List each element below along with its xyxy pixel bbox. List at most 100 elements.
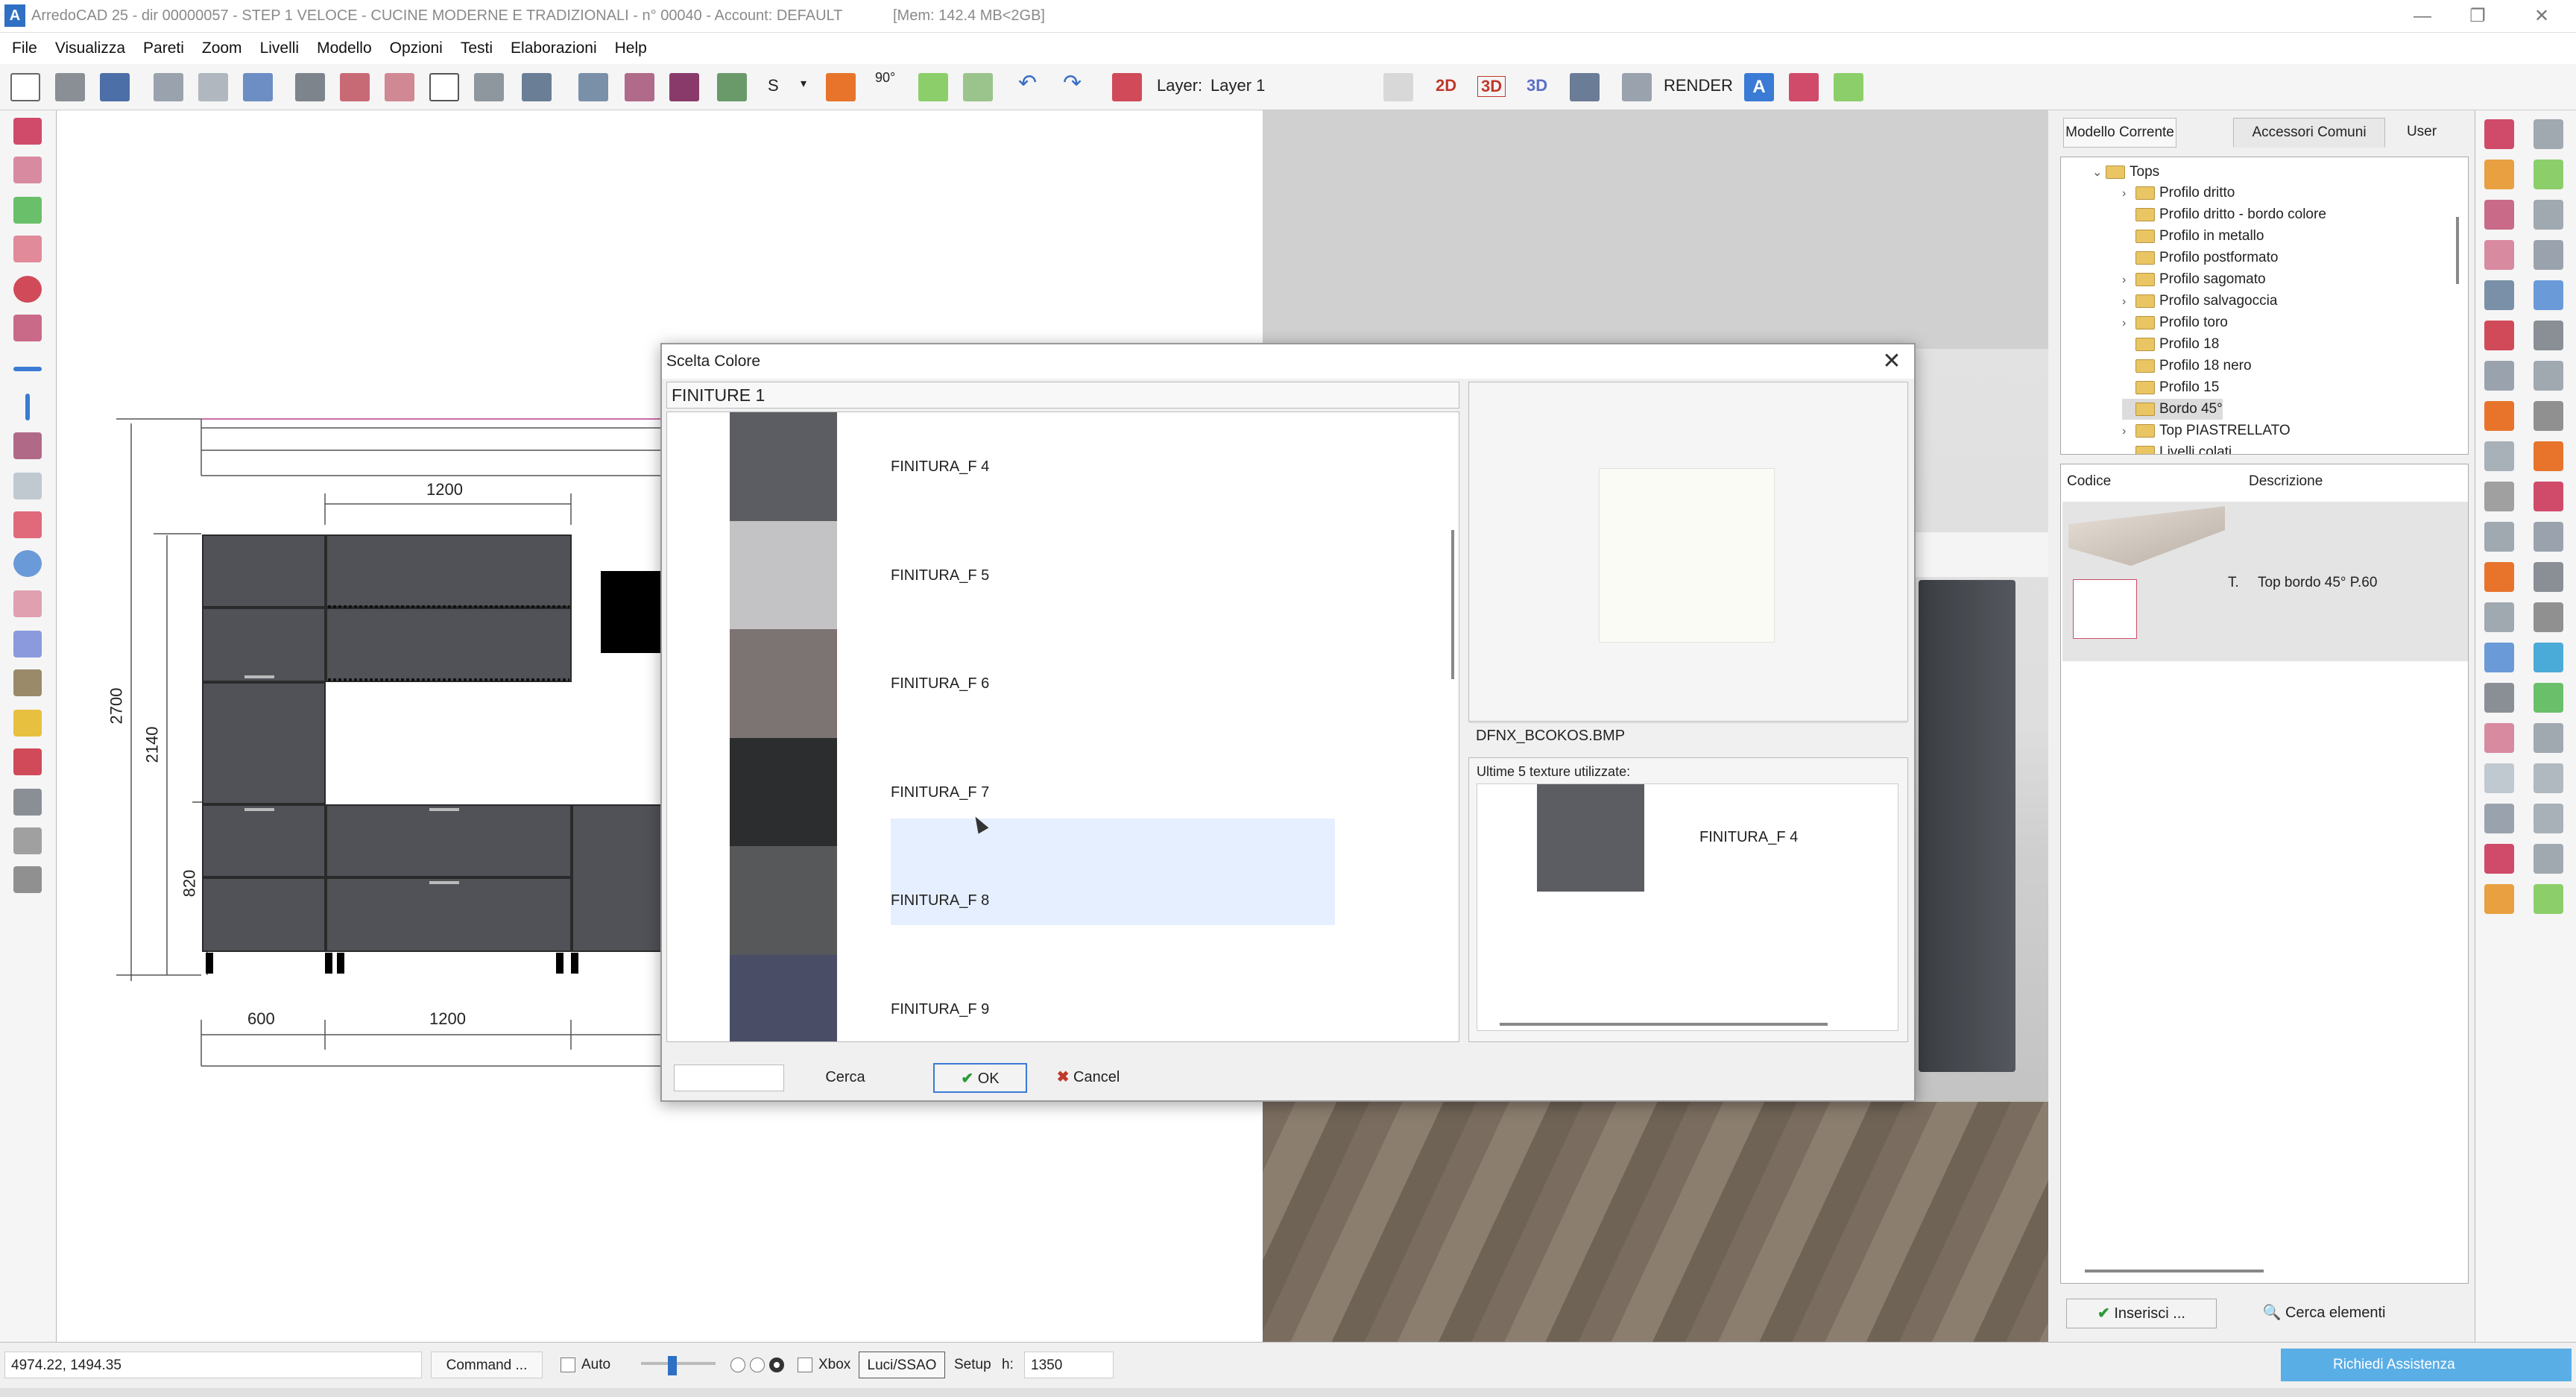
menu-testi[interactable]: Testi <box>452 33 502 64</box>
save-icon[interactable] <box>100 73 130 101</box>
tool-icon[interactable] <box>2484 763 2514 793</box>
expand-icon[interactable]: › <box>2122 291 2135 312</box>
info-icon[interactable] <box>13 550 42 577</box>
menu-help[interactable]: Help <box>606 33 656 64</box>
explode-icon[interactable] <box>13 631 42 657</box>
expand-icon[interactable]: › <box>2122 183 2135 204</box>
recent-hscrollbar[interactable] <box>1500 1023 1828 1026</box>
minimize-icon[interactable]: — <box>2400 3 2445 30</box>
offset-icon[interactable] <box>13 511 42 538</box>
tab-user[interactable]: User <box>2393 118 2451 148</box>
tree-root-tops[interactable]: ⌄ Tops <box>2092 162 2159 183</box>
finish-label[interactable]: FINITURA_F 7 <box>891 738 989 847</box>
tool-icon[interactable] <box>2534 200 2563 230</box>
tool-icon[interactable] <box>2534 321 2563 350</box>
finish-swatch[interactable] <box>730 412 837 521</box>
tree-item[interactable]: Bordo 45° <box>2122 399 2223 420</box>
expand-icon[interactable]: › <box>2122 313 2135 334</box>
tree-item[interactable]: Livelli colati <box>2122 442 2232 454</box>
grid-icon[interactable] <box>717 73 747 101</box>
h-input[interactable]: 1350 <box>1024 1352 1114 1378</box>
s-mode-label[interactable]: S <box>768 76 779 95</box>
menu-pareti[interactable]: Pareti <box>134 33 193 64</box>
tool-icon[interactable] <box>2534 763 2563 793</box>
tool-icon[interactable] <box>2484 723 2514 753</box>
text-tool-icon[interactable]: A <box>1744 73 1774 101</box>
finish-label[interactable]: FINITURA_F 4 <box>891 412 989 521</box>
tool-icon[interactable] <box>2484 240 2514 270</box>
finish-swatch[interactable] <box>730 629 837 738</box>
table-row[interactable]: T. Top bordo 45° P.60 <box>2062 502 2468 661</box>
material-icon[interactable] <box>13 710 42 737</box>
redo-icon[interactable]: ↷ <box>1063 70 1082 96</box>
luci-ssao-button[interactable]: Luci/SSAO <box>859 1352 945 1378</box>
list-hscrollbar[interactable] <box>2085 1270 2264 1273</box>
tool-icon[interactable] <box>2534 361 2563 391</box>
print-preview-icon[interactable] <box>198 73 228 101</box>
menu-zoom[interactable]: Zoom <box>193 33 251 64</box>
tool-icon[interactable] <box>2484 643 2514 672</box>
finish-swatch[interactable] <box>730 846 837 955</box>
cabinet-icon[interactable] <box>340 73 370 101</box>
command-button[interactable]: Command ... <box>431 1352 543 1378</box>
print-icon[interactable] <box>154 73 183 101</box>
camera-icon[interactable] <box>1622 73 1652 101</box>
tool-icon[interactable] <box>2484 441 2514 471</box>
insert-button[interactable]: ✔ Inserisci ... <box>2066 1299 2217 1328</box>
tool-icon[interactable] <box>2534 119 2563 149</box>
tree-scrollbar[interactable] <box>2456 217 2459 284</box>
chart-tool-icon[interactable] <box>13 748 42 775</box>
scale-icon[interactable] <box>13 432 42 459</box>
setup-label[interactable]: Setup <box>954 1352 991 1378</box>
tool-icon[interactable] <box>2534 643 2563 672</box>
view-2d-button[interactable]: 2D <box>1436 76 1456 95</box>
tool-icon[interactable] <box>2534 522 2563 552</box>
tree-item[interactable]: › Profilo salvagoccia <box>2122 291 2277 312</box>
expand-icon[interactable]: › <box>2122 421 2135 442</box>
solid-cube-icon[interactable] <box>826 73 856 101</box>
room-icon[interactable] <box>522 73 552 101</box>
measure-icon[interactable] <box>13 473 42 499</box>
annotation-icon[interactable] <box>1834 73 1863 101</box>
layer-value[interactable]: Layer 1 <box>1210 76 1265 95</box>
tool-icon[interactable] <box>2484 361 2514 391</box>
finish-label[interactable]: FINITURA_F 8 <box>891 846 989 955</box>
tool-icon[interactable] <box>2484 482 2514 511</box>
menu-opzioni[interactable]: Opzioni <box>381 33 452 64</box>
tool-icon[interactable] <box>2484 160 2514 189</box>
tool-icon[interactable] <box>2534 844 2563 874</box>
block-icon[interactable] <box>13 669 42 696</box>
chevron-down-icon[interactable]: ▾ <box>801 76 806 91</box>
perspective-icon[interactable] <box>474 73 504 101</box>
finish-search-input[interactable] <box>674 1065 784 1091</box>
tree-item[interactable]: Profilo dritto - bordo colore <box>2122 204 2326 225</box>
tool-icon[interactable] <box>2484 321 2514 350</box>
tool-icon[interactable] <box>2484 683 2514 713</box>
menu-modello[interactable]: Modello <box>308 33 381 64</box>
finish-swatch[interactable] <box>730 737 837 847</box>
xbox-checkbox[interactable] <box>798 1357 812 1372</box>
menu-elaborazioni[interactable]: Elaborazioni <box>502 33 606 64</box>
network-icon[interactable] <box>669 73 699 101</box>
tool-icon[interactable] <box>2534 482 2563 511</box>
ok-button[interactable]: ✔ OK <box>933 1063 1027 1093</box>
tool-icon[interactable] <box>2484 401 2514 431</box>
tool-icon[interactable] <box>2534 804 2563 833</box>
search-button[interactable]: Cerca <box>793 1063 897 1093</box>
tool-icon[interactable] <box>2534 401 2563 431</box>
layers-icon[interactable] <box>1112 73 1142 101</box>
dialog-close-icon[interactable]: ✕ <box>1877 347 1907 376</box>
hatch-icon[interactable] <box>13 789 42 816</box>
search-elements-button[interactable]: 🔍 Cerca elementi <box>2238 1299 2411 1328</box>
maximize-icon[interactable]: ❐ <box>2455 3 2500 30</box>
undo-icon[interactable]: ↶ <box>1018 70 1037 96</box>
elevation-icon[interactable] <box>578 73 608 101</box>
wall-icon[interactable] <box>295 73 325 101</box>
tool-icon[interactable] <box>2534 602 2563 632</box>
tree-item[interactable]: › Profilo dritto <box>2122 183 2235 204</box>
box-icon[interactable] <box>385 73 414 101</box>
cube-outline-icon[interactable] <box>429 73 459 101</box>
radio-3[interactable] <box>769 1357 784 1372</box>
tool-icon[interactable] <box>2534 723 2563 753</box>
copy-icon[interactable] <box>13 157 42 183</box>
